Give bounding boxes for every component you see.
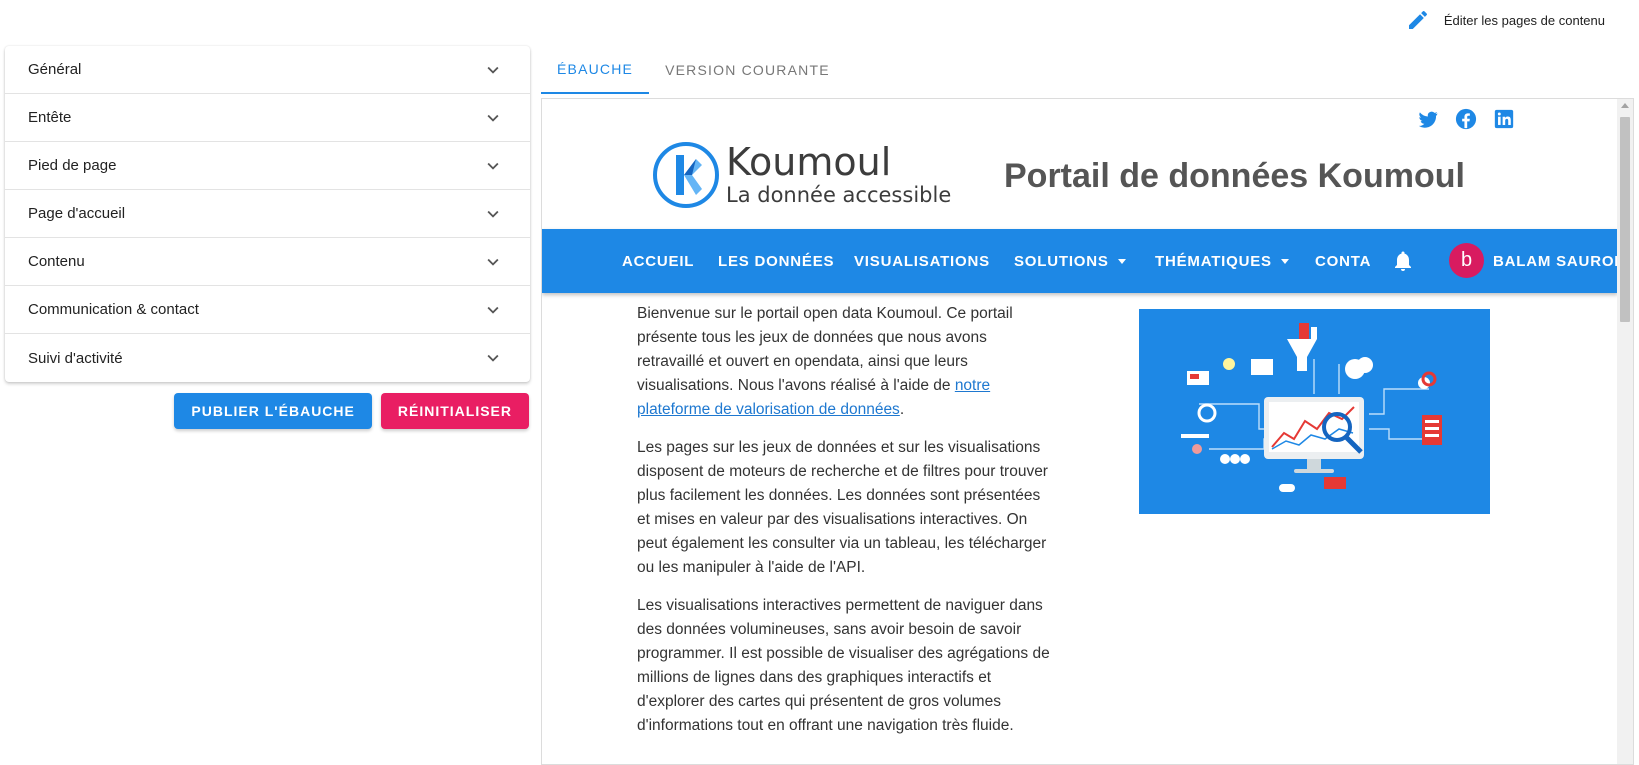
chevron-down-icon [487,162,499,170]
brand-tagline: La donnée accessible [726,183,952,207]
reset-button[interactable]: RÉINITIALISER [380,393,529,429]
accordion-item-label: Contenu [28,253,85,270]
home-content: Bienvenue sur le portail open data Koumo… [637,302,1057,752]
visualizations-paragraph: Les visualisations interactives permette… [637,597,1050,734]
accordion-item-label: Général [28,61,82,78]
accordion-item-general[interactable]: Général [5,46,530,94]
accordion-item-header[interactable]: Entête [5,94,530,142]
draft-actions: PUBLIER L'ÉBAUCHE RÉINITIALISER [174,393,529,429]
tab-current-version[interactable]: VERSION COURANTE [649,46,846,94]
caret-down-icon [1117,258,1126,264]
intro-paragraph: Bienvenue sur le portail open data Koumo… [637,305,1013,418]
accordion-item-content[interactable]: Contenu [5,238,530,286]
twitter-icon[interactable] [1417,108,1439,130]
brand[interactable]: Koumoul La donnée accessible [652,141,951,209]
social-links [1417,108,1515,130]
version-tabs: ÉBAUCHE VERSION COURANTE [541,46,846,94]
koumoul-logo-icon [653,142,719,208]
tab-draft[interactable]: ÉBAUCHE [541,46,650,94]
settings-accordion: Général Entête Pied de page Page d'accue… [5,46,530,382]
facebook-icon[interactable] [1455,108,1477,130]
chevron-down-icon [487,258,499,266]
chevron-down-icon [487,66,499,74]
bell-icon[interactable] [1391,249,1415,273]
nav-item-contact[interactable]: CONTACT [1315,229,1371,293]
preview-scrollbar[interactable] [1617,99,1633,764]
nav-item-solutions[interactable]: SOLUTIONS [1014,229,1126,293]
nav-item-contact-clip: CONTACT [1315,229,1371,293]
accordion-item-communication-contact[interactable]: Communication & contact [5,286,530,334]
accordion-item-label: Page d'accueil [28,205,126,222]
avatar[interactable]: b [1449,243,1484,278]
nav-item-visualizations[interactable]: VISUALISATIONS [854,229,990,293]
nav-item-datasets[interactable]: LES DONNÉES [718,229,834,293]
scroll-thumb[interactable] [1620,117,1630,322]
chevron-down-icon [487,210,499,218]
nav-item-home[interactable]: ACCUEIL [622,229,694,293]
scroll-up-arrow-icon[interactable] [1621,103,1629,108]
page-preview: Koumoul La donnée accessible Portail de … [541,98,1634,765]
accordion-item-label: Entête [28,109,72,126]
brand-name: Koumoul [726,140,892,184]
preview-navbar: ACCUEIL LES DONNÉES VISUALISATIONS SOLUT… [542,229,1625,293]
accordion-item-activity-tracking[interactable]: Suivi d'activité [5,334,530,382]
brand-text: Koumoul La donnée accessible [726,143,951,207]
data-illustration-image [1139,309,1490,514]
accordion-item-label: Pied de page [28,157,117,174]
accordion-item-footer[interactable]: Pied de page [5,142,530,190]
datasets-paragraph: Les pages sur les jeux de données et sur… [637,439,1048,576]
chevron-down-icon [487,114,499,122]
chevron-down-icon [487,306,499,314]
linkedin-icon[interactable] [1493,108,1515,130]
accordion-item-label: Communication & contact [28,301,199,318]
accordion-item-label: Suivi d'activité [28,349,123,367]
site-title: Portail de données Koumoul [1004,157,1465,195]
caret-down-icon [1280,258,1289,264]
edit-content-pages-link[interactable]: Éditer les pages de contenu [1406,8,1605,32]
edit-content-pages-label: Éditer les pages de contenu [1443,12,1605,28]
publish-draft-button[interactable]: PUBLIER L'ÉBAUCHE [174,393,372,429]
pencil-icon [1408,10,1427,30]
user-name[interactable]: BALAM SAURON [1493,229,1626,293]
nav-item-themes[interactable]: THÉMATIQUES [1155,229,1289,293]
accordion-item-home-page[interactable]: Page d'accueil [5,190,530,238]
chevron-down-icon [487,354,499,362]
